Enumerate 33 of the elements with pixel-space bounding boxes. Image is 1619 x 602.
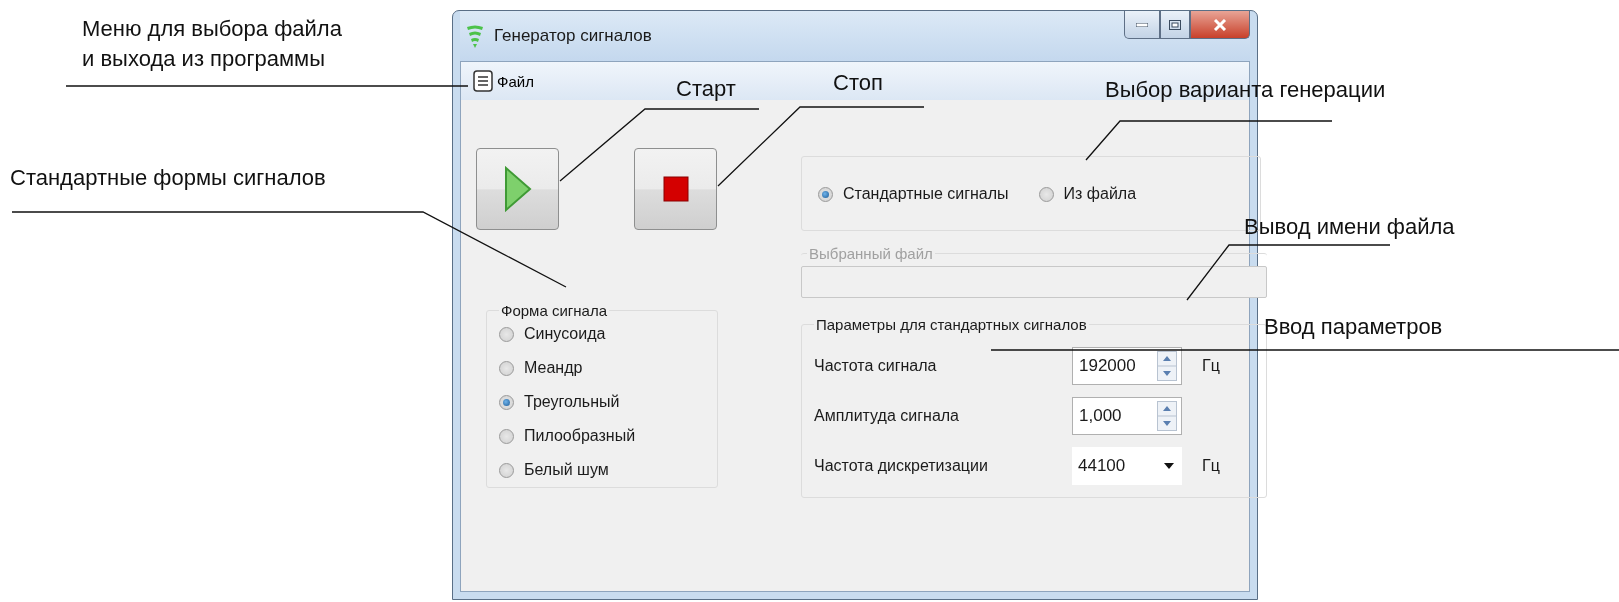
dropdown-field[interactable]: 44100 (1072, 447, 1182, 485)
radio-option[interactable]: Белый шум (499, 461, 705, 479)
spin-value: 192000 (1079, 356, 1136, 376)
spin-field[interactable]: 192000 (1072, 347, 1182, 385)
field-label: Амплитуда сигнала (814, 407, 960, 425)
radio-option[interactable]: Синусоида (499, 325, 705, 343)
radio-label: Из файла (1063, 185, 1137, 203)
annotation-text: Стоп (833, 69, 883, 97)
group-title: Выбранный файл (808, 245, 934, 262)
field-label: Частота сигнала (814, 357, 938, 375)
window-title: Генератор сигналов (494, 26, 652, 46)
unit-label: Гц (1202, 457, 1220, 475)
unit-label: Гц (1202, 357, 1220, 375)
field-label: Частота дискретизации (814, 457, 989, 475)
dropdown-value: 44100 (1078, 456, 1126, 476)
menu-item[interactable]: Файл (469, 68, 538, 94)
group-title: Параметры для стандартных сигналов (815, 316, 1088, 333)
spin-field[interactable]: 1,000 (1072, 397, 1182, 435)
annotation-text: Меню для выбора файла и выхода из программы (82, 15, 342, 73)
radio-label: Синусоида (524, 325, 606, 343)
radio-label: Меандр (524, 359, 583, 377)
radio-label: Белый шум (524, 461, 609, 479)
radio-label: Пилообразный (524, 427, 636, 445)
annotation-text: Старт (676, 75, 736, 103)
radio-option[interactable]: Меандр (499, 359, 705, 377)
radio-option[interactable]: Из файла (1038, 185, 1137, 203)
radio-option[interactable]: Пилообразный (499, 427, 705, 445)
radio-option[interactable]: Треугольный (499, 393, 705, 411)
group-title: Форма сигнала (500, 302, 608, 319)
spin-value: 1,000 (1079, 406, 1122, 426)
annotation-text: Ввод параметров (1264, 313, 1443, 341)
annotation-text: Стандартные формы сигналов (10, 164, 326, 192)
radio-label: Треугольный (524, 393, 620, 411)
